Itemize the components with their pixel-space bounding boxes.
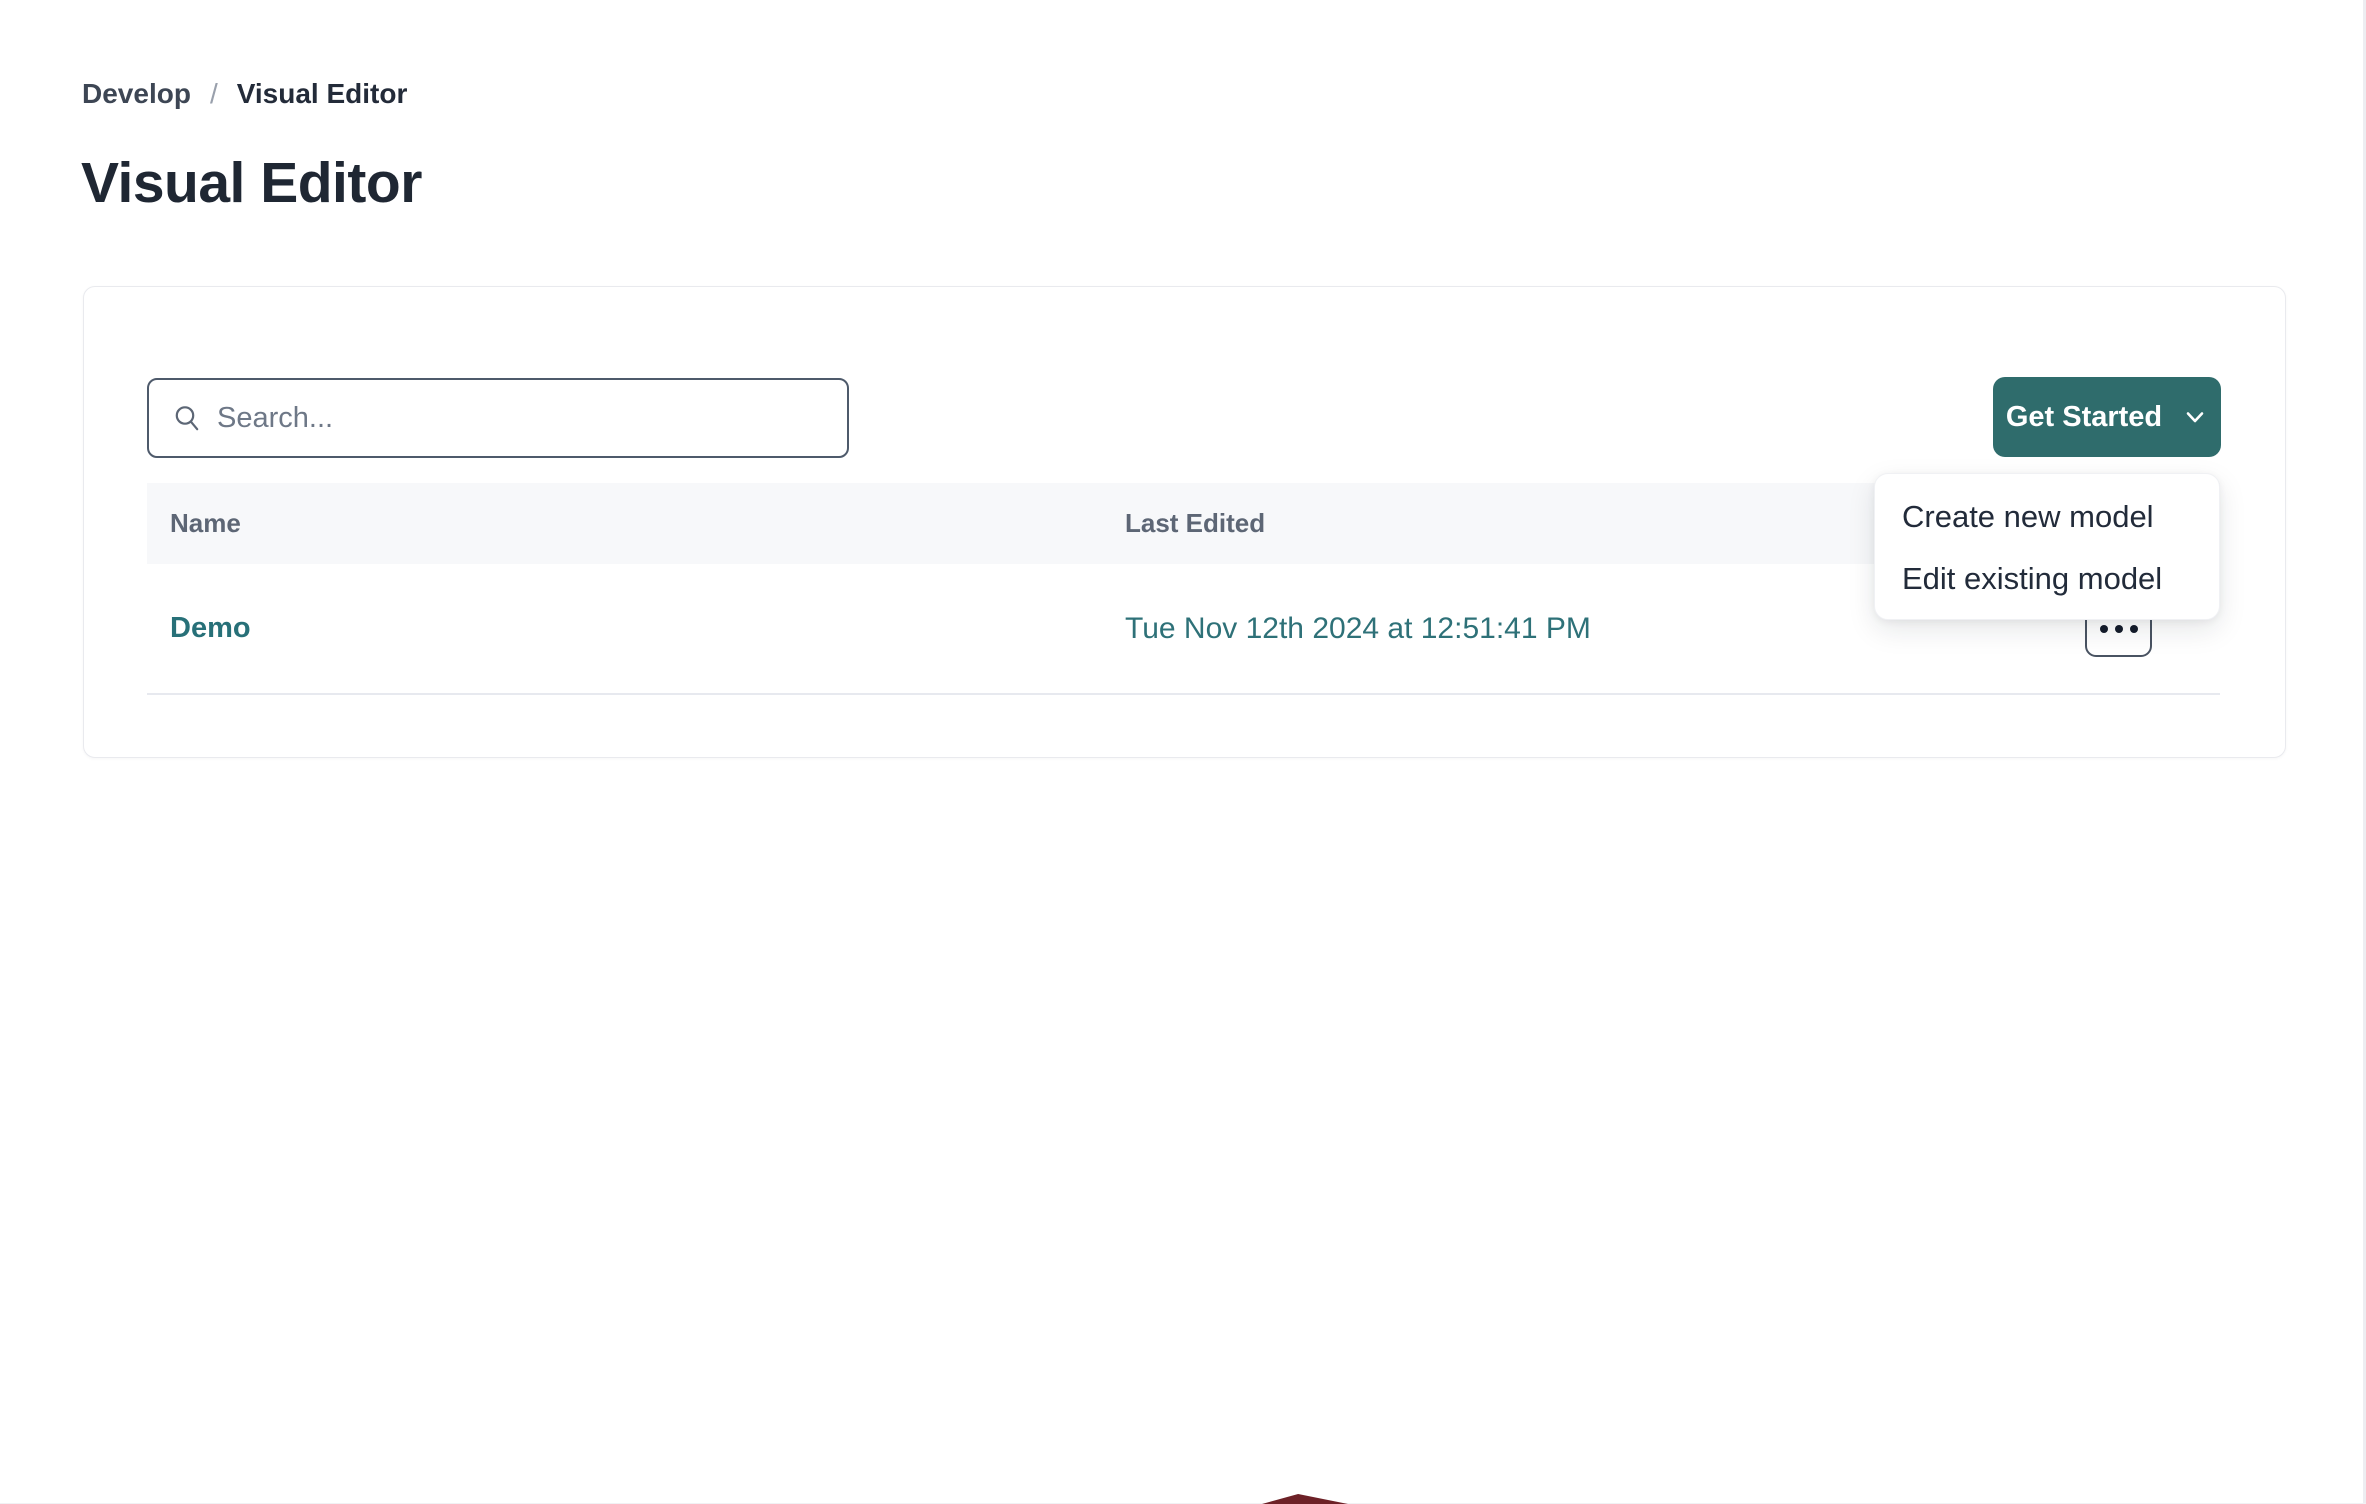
get-started-button[interactable]: Get Started <box>1993 377 2221 457</box>
get-started-dropdown: Create new model Edit existing model <box>1874 473 2220 620</box>
search-icon <box>173 404 201 432</box>
menu-item-edit-existing-model[interactable]: Edit existing model <box>1875 548 2219 610</box>
breadcrumb-separator: / <box>210 78 218 110</box>
model-name-link[interactable]: Demo <box>170 612 251 644</box>
column-header-name: Name <box>147 508 1125 539</box>
breadcrumb-develop[interactable]: Develop <box>82 78 191 110</box>
chevron-down-icon <box>2182 404 2208 430</box>
model-name-cell: Demo <box>147 612 1125 645</box>
ellipsis-icon <box>2100 625 2138 633</box>
last-edited-link[interactable]: Tue Nov 12th 2024 at 12:51:41 PM <box>1125 612 1591 645</box>
menu-item-create-new-model[interactable]: Create new model <box>1875 486 2219 548</box>
get-started-label: Get Started <box>2006 401 2162 434</box>
page-title: Visual Editor <box>81 150 422 216</box>
breadcrumb: Develop / Visual Editor <box>82 78 407 110</box>
search-box <box>147 378 849 458</box>
models-card: Get Started Name Last Edited Demo Tue No… <box>83 286 2286 758</box>
logo-peek-shape <box>1262 1494 1348 1504</box>
search-input[interactable] <box>217 402 827 435</box>
breadcrumb-visual-editor: Visual Editor <box>237 78 408 110</box>
